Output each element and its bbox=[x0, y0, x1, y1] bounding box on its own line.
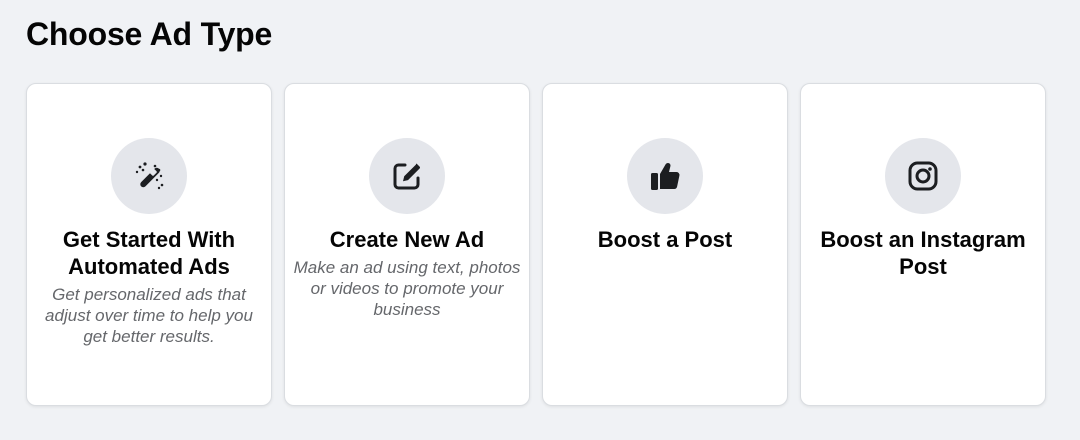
boost-instagram-icon-circle bbox=[885, 138, 961, 214]
automated-ads-description: Get personalized ads that adjust over ti… bbox=[45, 285, 253, 346]
automated-ads-icon-circle bbox=[111, 138, 187, 214]
ad-type-card-list: Get Started With Automated Ads Get perso… bbox=[26, 83, 1046, 406]
boost-instagram-title-line1: Boost an Instagram bbox=[820, 227, 1026, 252]
automated-ads-title-line2: Automated Ads bbox=[68, 254, 230, 279]
edit-icon bbox=[393, 163, 420, 190]
create-new-ad-card[interactable]: Create New Ad Make an ad using text, pho… bbox=[284, 83, 530, 406]
boost-post-icon-circle bbox=[627, 138, 703, 214]
boost-post-title-line1: Boost a Post bbox=[597, 227, 733, 252]
boost-instagram-post-card[interactable]: Boost an Instagram Post bbox=[800, 83, 1046, 406]
automated-ads-title: Get Started With Automated Ads bbox=[53, 226, 245, 280]
create-new-ad-title-line1: Create New Ad bbox=[329, 227, 485, 252]
page-title: Choose Ad Type bbox=[26, 16, 273, 52]
magic-wand-icon bbox=[135, 162, 164, 190]
create-new-ad-description: Make an ad using text, photos or videos … bbox=[293, 258, 521, 319]
create-new-ad-icon-circle bbox=[369, 138, 445, 214]
instagram-icon bbox=[908, 161, 938, 191]
boost-instagram-title-line2: Post bbox=[899, 254, 947, 279]
create-new-ad-title: Create New Ad bbox=[320, 226, 494, 253]
boost-post-card[interactable]: Boost a Post bbox=[542, 83, 788, 406]
boost-post-title: Boost a Post bbox=[588, 226, 742, 253]
thumbs-up-icon bbox=[651, 163, 680, 190]
automated-ads-card[interactable]: Get Started With Automated Ads Get perso… bbox=[26, 83, 272, 406]
automated-ads-title-line1: Get Started With bbox=[62, 227, 236, 252]
choose-ad-type-page: Choose Ad Type Get Started With Automate… bbox=[0, 0, 1080, 440]
boost-instagram-title: Boost an Instagram Post bbox=[810, 226, 1035, 280]
